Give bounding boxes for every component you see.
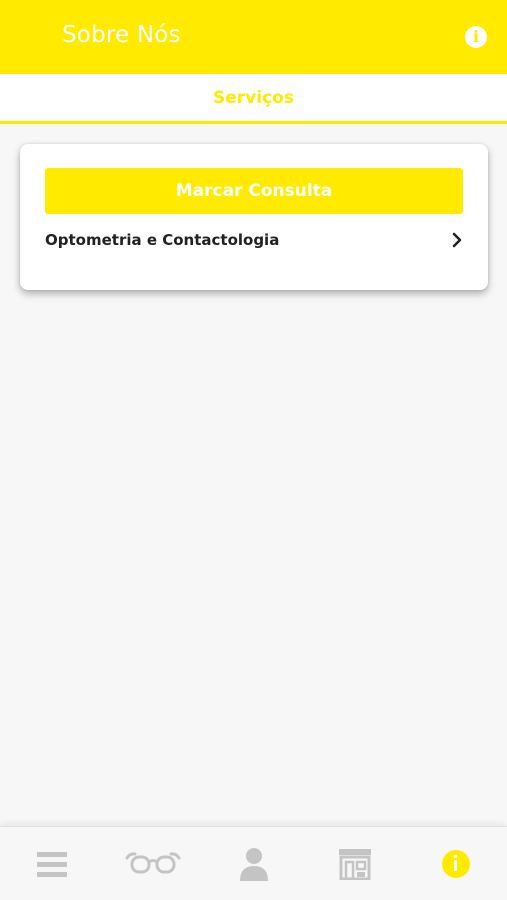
info-button[interactable]: i: [465, 26, 487, 48]
menu-icon: [37, 852, 67, 877]
nav-item-store[interactable]: [315, 827, 395, 900]
chevron-right-icon: [452, 232, 462, 248]
store-icon: [339, 849, 371, 880]
glasses-icon: [125, 852, 181, 874]
nav-item-user[interactable]: [214, 827, 294, 900]
service-item-label: Optometria e Contactologia: [45, 231, 280, 249]
services-card: Marcar Consulta Optometria e Contactolog…: [20, 144, 488, 290]
tab-bar: Serviços: [0, 74, 507, 124]
info-icon: i: [472, 27, 480, 46]
service-item[interactable]: Optometria e Contactologia: [45, 226, 463, 254]
nav-item-glasses[interactable]: [113, 827, 193, 900]
info-icon: [442, 850, 470, 878]
nav-item-menu[interactable]: [12, 827, 92, 900]
page-title: Sobre Nós: [62, 22, 181, 48]
nav-item-about[interactable]: [416, 827, 496, 900]
tab-servicos[interactable]: Serviços: [0, 74, 507, 121]
book-appointment-button[interactable]: Marcar Consulta: [45, 168, 463, 214]
bottom-navigation: [0, 826, 507, 900]
user-icon: [240, 848, 268, 881]
app-header: Sobre Nós i: [0, 0, 507, 74]
